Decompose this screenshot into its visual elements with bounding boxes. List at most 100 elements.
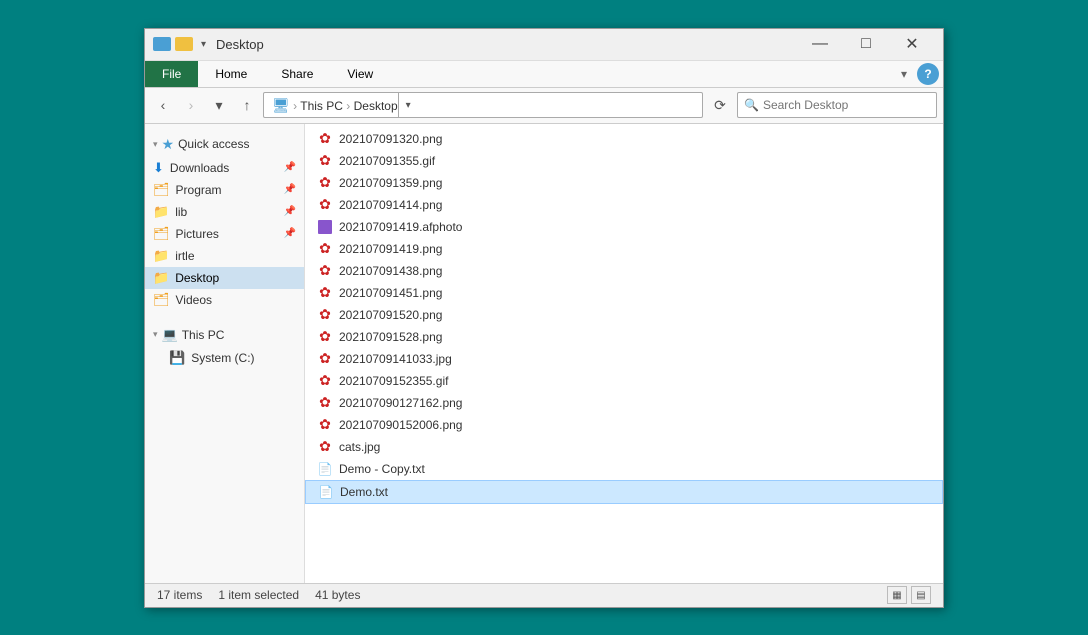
search-input[interactable] <box>763 98 930 112</box>
irtle-folder-icon: 📁 <box>153 248 169 264</box>
tiles-view-button[interactable]: ▤ <box>911 586 931 604</box>
programs-pin-icon: 📌 <box>284 184 296 195</box>
path-this-pc[interactable]: This PC <box>300 99 343 113</box>
tab-home[interactable]: Home <box>198 61 264 87</box>
maximize-button[interactable]: □ <box>843 28 889 60</box>
ribbon-collapse-icon[interactable]: ▾ <box>895 63 913 85</box>
title-bar: ▾ Desktop — □ ✕ <box>145 29 943 61</box>
list-item[interactable]: ✿ 202107090127162.png <box>305 392 943 414</box>
recent-locations-button[interactable]: ▾ <box>207 93 231 117</box>
minimize-button[interactable]: — <box>797 28 843 60</box>
lib-pin-icon: 📌 <box>284 206 296 217</box>
help-button[interactable]: ? <box>917 63 939 85</box>
image-file-icon: ✿ <box>317 153 333 169</box>
list-item[interactable]: 📄Demo.txt <box>305 480 943 504</box>
image-file-icon: ✿ <box>317 241 333 257</box>
image-file-icon: ✿ <box>317 395 333 411</box>
sidebar-item-desktop[interactable]: 📁 Desktop <box>145 267 304 289</box>
image-file-icon: ✿ <box>317 197 333 213</box>
list-item[interactable]: ✿ 202107091414.png <box>305 194 943 216</box>
afphoto-file-icon <box>317 219 333 235</box>
sidebar-item-irtle-label: irtle <box>175 249 194 263</box>
sidebar-divider <box>145 315 304 323</box>
forward-button[interactable]: › <box>179 93 203 117</box>
screen-icon <box>153 37 171 51</box>
close-button[interactable]: ✕ <box>889 28 935 60</box>
sidebar-item-downloads[interactable]: ⬇ Downloads 📌 <box>145 157 304 179</box>
sidebar-item-programs[interactable]: 🗂 Program 📌 <box>145 179 304 201</box>
lib-folder-icon: 📁 <box>153 204 169 220</box>
file-size: 41 bytes <box>315 588 360 602</box>
image-file-icon: ✿ <box>317 131 333 147</box>
list-item[interactable]: ✿ 202107091320.png <box>305 128 943 150</box>
list-item[interactable]: ✿ 202107091355.gif <box>305 150 943 172</box>
path-chevron-icon[interactable]: ▾ <box>398 92 418 118</box>
list-item[interactable]: ✿202107091359.png <box>305 172 943 194</box>
address-path[interactable]: 🖥 › This PC › Desktop ▾ <box>263 92 703 118</box>
up-button[interactable]: ↑ <box>235 93 259 117</box>
list-item[interactable]: ✿ 20210709141033.jpg <box>305 348 943 370</box>
file-name: 202107090127162.png <box>339 396 462 410</box>
this-pc-label: This PC <box>182 328 225 342</box>
sidebar-item-system-c-label: System (C:) <box>191 351 254 365</box>
dropdown-arrow-icon[interactable]: ▾ <box>201 39 206 50</box>
refresh-button[interactable]: ⟳ <box>707 92 733 118</box>
file-name: 202107091355.gif <box>339 154 435 168</box>
list-item[interactable]: ✿202107091419.png <box>305 238 943 260</box>
search-icon: 🔍 <box>744 98 759 112</box>
list-item[interactable]: ✿202107091451.png <box>305 282 943 304</box>
tab-view[interactable]: View <box>330 61 390 87</box>
details-view-button[interactable]: ▦ <box>887 586 907 604</box>
tab-share[interactable]: Share <box>264 61 330 87</box>
sidebar-item-videos[interactable]: 🗂 Videos <box>145 289 304 311</box>
quick-access-label: Quick access <box>178 137 249 151</box>
pictures-pin-icon: 📌 <box>284 228 296 239</box>
sidebar-item-pictures[interactable]: 🗂 Pictures 📌 <box>145 223 304 245</box>
this-pc-section: ▾ 💻 This PC 💾 System (C:) <box>145 323 304 369</box>
list-item[interactable]: ✿cats.jpg <box>305 436 943 458</box>
back-button[interactable]: ‹ <box>151 93 175 117</box>
pin-icon: 📌 <box>284 162 296 173</box>
file-name: 202107091520.png <box>339 308 442 322</box>
list-item[interactable]: ✿ 202107091520.png <box>305 304 943 326</box>
this-pc-icon: 💻 <box>162 327 178 343</box>
image-file-icon: ✿ <box>317 373 333 389</box>
quick-access-section: ▾ ★ Quick access ⬇ Downloads 📌 🗂 Program… <box>145 132 304 311</box>
list-item[interactable]: ✿202107091438.png <box>305 260 943 282</box>
sidebar-item-irtle[interactable]: 📁 irtle <box>145 245 304 267</box>
file-name: 20210709141033.jpg <box>339 352 452 366</box>
ribbon: File Home Share View ▾ ? <box>145 61 943 88</box>
file-name: 202107091414.png <box>339 198 442 212</box>
ribbon-right: ▾ ? <box>895 61 943 87</box>
tab-file[interactable]: File <box>145 61 198 87</box>
item-count: 17 items <box>157 588 202 602</box>
desktop-folder-icon: 📁 <box>153 270 169 286</box>
status-bar: 17 items 1 item selected 41 bytes ▦ ▤ <box>145 583 943 607</box>
videos-folder-icon: 🗂 <box>153 292 170 308</box>
status-right: ▦ ▤ <box>887 586 931 604</box>
sidebar-item-system-c[interactable]: 💾 System (C:) <box>145 347 304 369</box>
quick-access-expand-icon: ▾ <box>153 139 158 150</box>
file-name: 202107091320.png <box>339 132 442 146</box>
search-box[interactable]: 🔍 <box>737 92 937 118</box>
this-pc-expand-icon: ▾ <box>153 329 158 340</box>
quick-access-header[interactable]: ▾ ★ Quick access <box>145 132 304 157</box>
image-file-icon: ✿ <box>317 307 333 323</box>
list-item[interactable]: ✿ 202107091528.png <box>305 326 943 348</box>
list-item[interactable]: ✿202107090152006.png <box>305 414 943 436</box>
window-controls: — □ ✕ <box>797 28 935 60</box>
title-bar-icons: ▾ <box>153 37 210 51</box>
list-item[interactable]: 202107091419.afphoto <box>305 216 943 238</box>
text-file-icon: 📄 <box>318 484 334 500</box>
sidebar-item-videos-label: Videos <box>176 293 212 307</box>
path-desktop[interactable]: Desktop <box>354 99 398 113</box>
file-name: 202107091528.png <box>339 330 442 344</box>
image-file-icon: ✿ <box>317 329 333 345</box>
address-bar: ‹ › ▾ ↑ 🖥 › This PC › Desktop ▾ ⟳ 🔍 <box>145 88 943 124</box>
image-file-icon: ✿ <box>317 351 333 367</box>
list-item[interactable]: ✿20210709152355.gif <box>305 370 943 392</box>
image-file-icon: ✿ <box>317 417 333 433</box>
list-item[interactable]: 📄Demo - Copy.txt <box>305 458 943 480</box>
this-pc-header[interactable]: ▾ 💻 This PC <box>145 323 304 347</box>
sidebar-item-lib[interactable]: 📁 lib 📌 <box>145 201 304 223</box>
